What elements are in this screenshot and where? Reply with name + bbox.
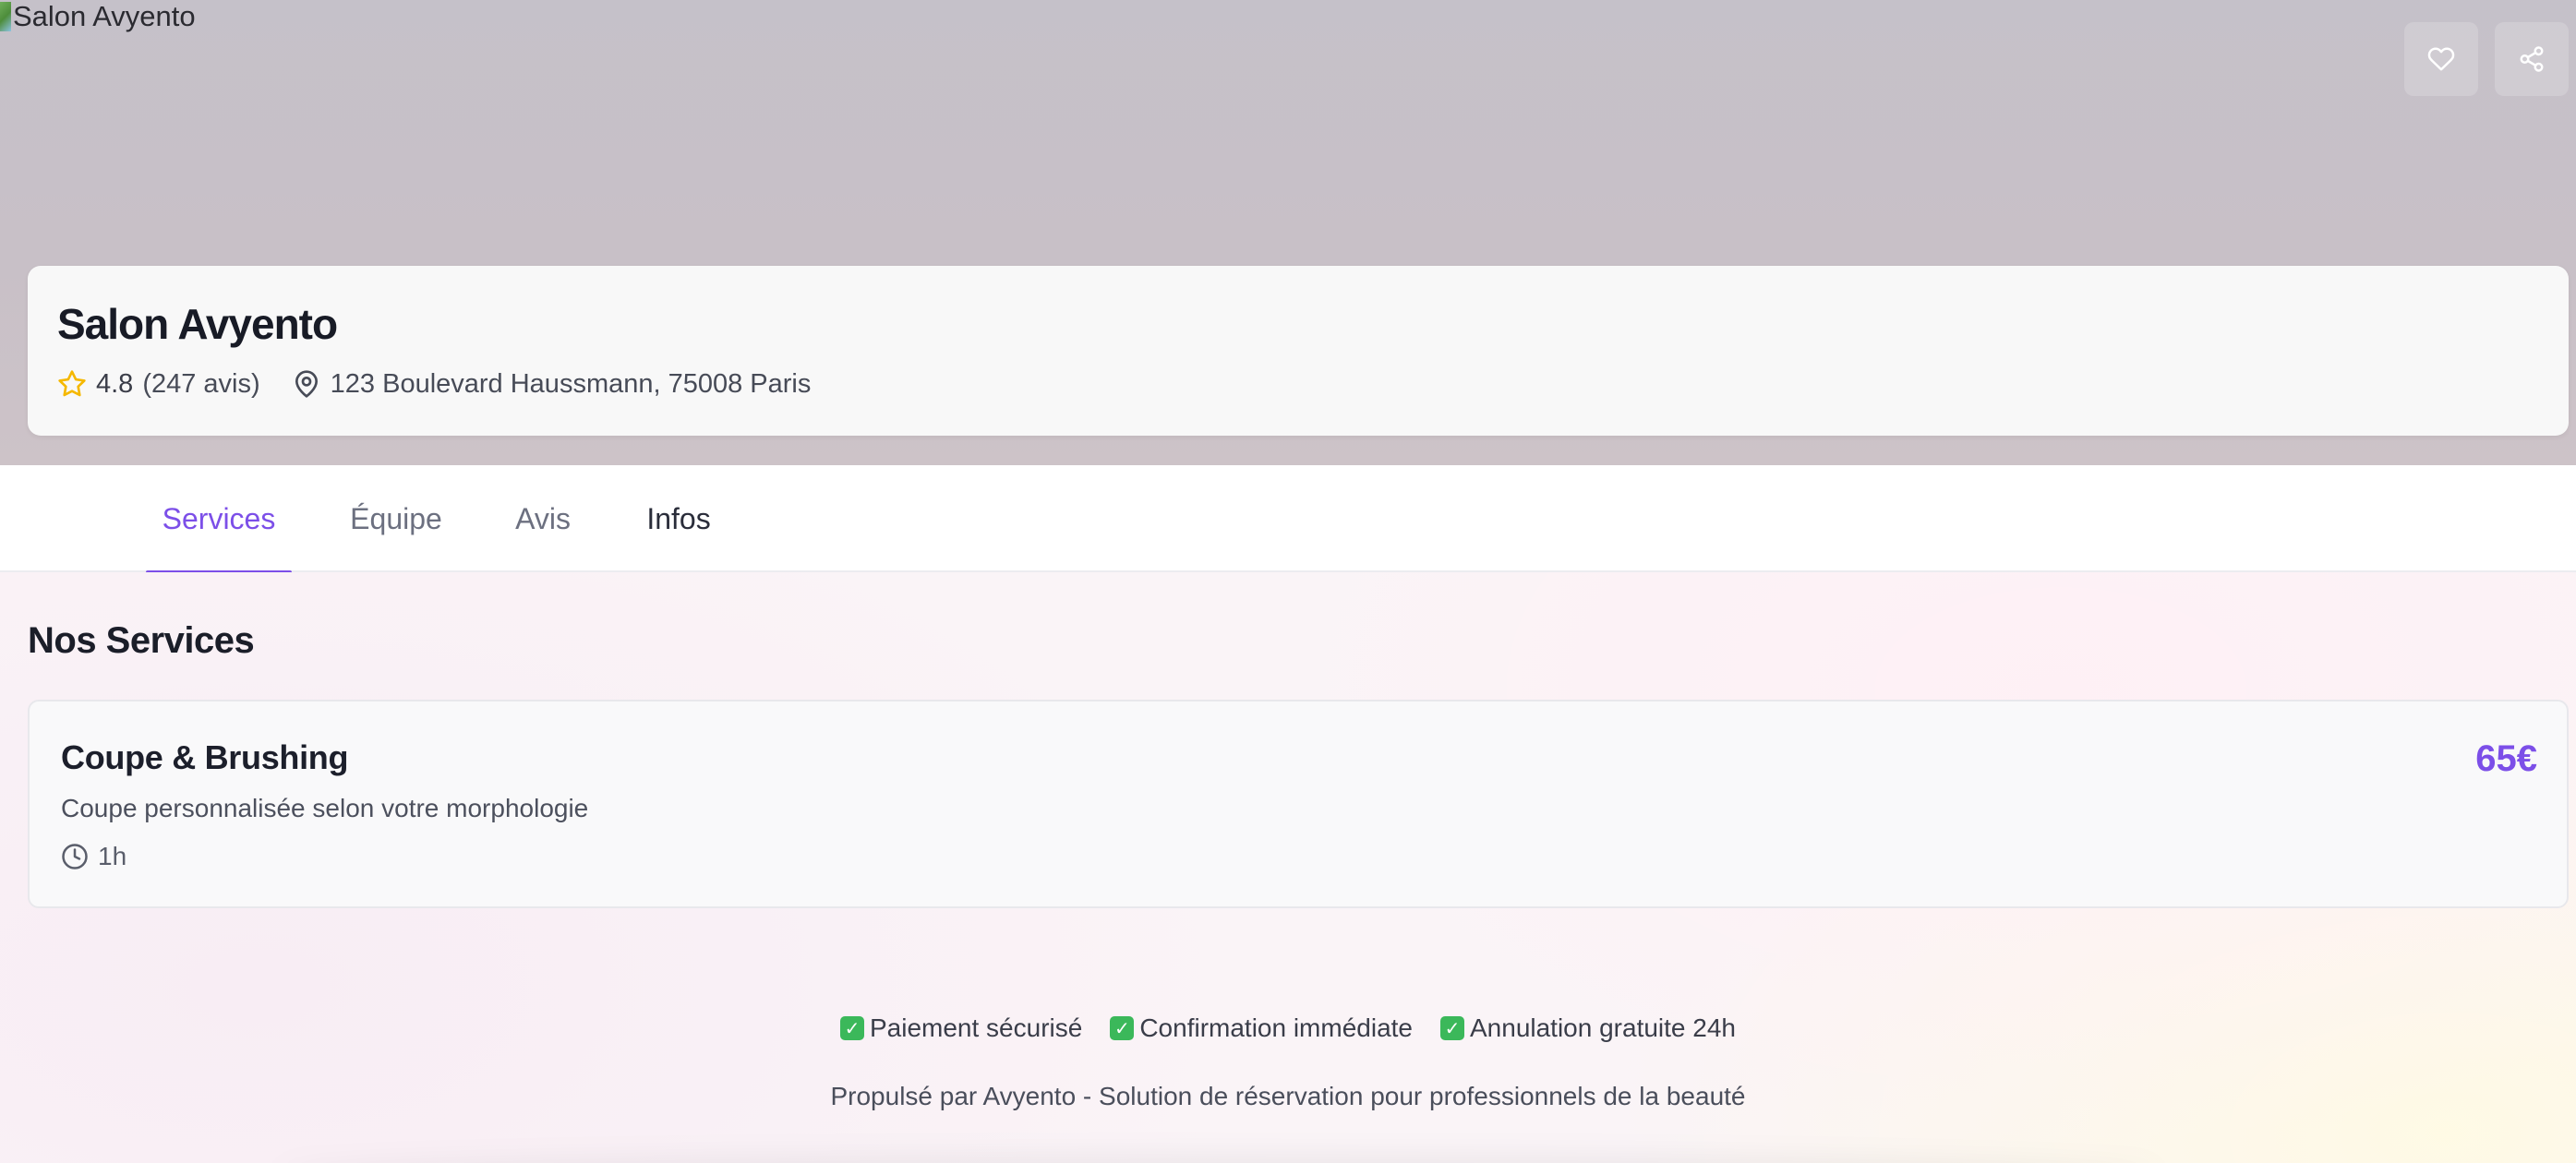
service-description: Coupe personnalisée selon votre morpholo… [61, 794, 589, 822]
salon-rating: 4.8 (247 avis) [57, 367, 260, 401]
hero-image-alt-text: Salon Avyento [13, 0, 196, 32]
salon-address: 123 Boulevard Haussmann, 75008 Paris [292, 367, 812, 401]
map-pin-icon [295, 370, 318, 398]
rating-value: 4.8 [96, 369, 134, 399]
clock-icon [62, 844, 88, 869]
tab-avis[interactable]: Avis [506, 465, 580, 572]
main-content: Nos Services Coupe & Brushing 65€ Coupe … [0, 572, 2576, 1163]
hero-image: Salon Avyento [0, 0, 196, 33]
star-icon [58, 370, 86, 397]
service-price: 65€ [2475, 738, 2537, 779]
hero-actions [2404, 22, 2569, 96]
service-duration: 1h [61, 842, 126, 871]
services-section-title: Nos Services [28, 620, 255, 661]
hero-banner: Salon Avyento Salon Avyento 4.8 (247 avi… [0, 0, 2576, 465]
guarantee-label: Paiement sécurisé [869, 1013, 1083, 1042]
favorite-button[interactable] [2404, 22, 2478, 96]
check-icon: ✓ [1110, 1016, 1135, 1040]
check-icon: ✓ [1440, 1016, 1464, 1040]
tab-infos[interactable]: Infos [637, 465, 720, 572]
service-name: Coupe & Brushing [61, 738, 349, 776]
guarantee-label: Confirmation immédiate [1139, 1013, 1413, 1042]
guarantee-item: ✓ Paiement sécurisé [839, 1013, 1083, 1043]
guarantee-label: Annulation gratuite 24h [1470, 1013, 1736, 1042]
guarantee-item: ✓ Confirmation immédiate [1110, 1013, 1413, 1043]
share-icon [2520, 46, 2544, 72]
duration-text: 1h [98, 842, 127, 870]
review-count: (247 avis) [142, 369, 260, 399]
heart-icon [2427, 47, 2455, 71]
tab-bar: Services Équipe Avis Infos [0, 465, 2576, 574]
broken-image-icon [0, 2, 11, 31]
share-button[interactable] [2495, 22, 2569, 96]
address-text: 123 Boulevard Haussmann, 75008 Paris [330, 369, 812, 399]
tab-equipe[interactable]: Équipe [338, 465, 454, 572]
guarantees-row: ✓ Paiement sécurisé ✓ Confirmation imméd… [0, 1013, 2576, 1043]
guarantee-item: ✓ Annulation gratuite 24h [1440, 1013, 1736, 1043]
check-icon: ✓ [839, 1016, 864, 1040]
salon-info-card: Salon Avyento 4.8 (247 avis) 123 Bouleva… [28, 266, 2569, 436]
salon-name: Salon Avyento [57, 300, 338, 348]
footer-text: Propulsé par Avyento - Solution de réser… [830, 1082, 1746, 1110]
bottom-shadow [277, 1154, 2161, 1163]
salon-meta: 4.8 (247 avis) 123 Boulevard Haussmann, … [57, 367, 2539, 401]
service-card[interactable]: Coupe & Brushing 65€ Coupe personnalisée… [28, 700, 2569, 908]
tab-services[interactable]: Services [146, 465, 292, 574]
